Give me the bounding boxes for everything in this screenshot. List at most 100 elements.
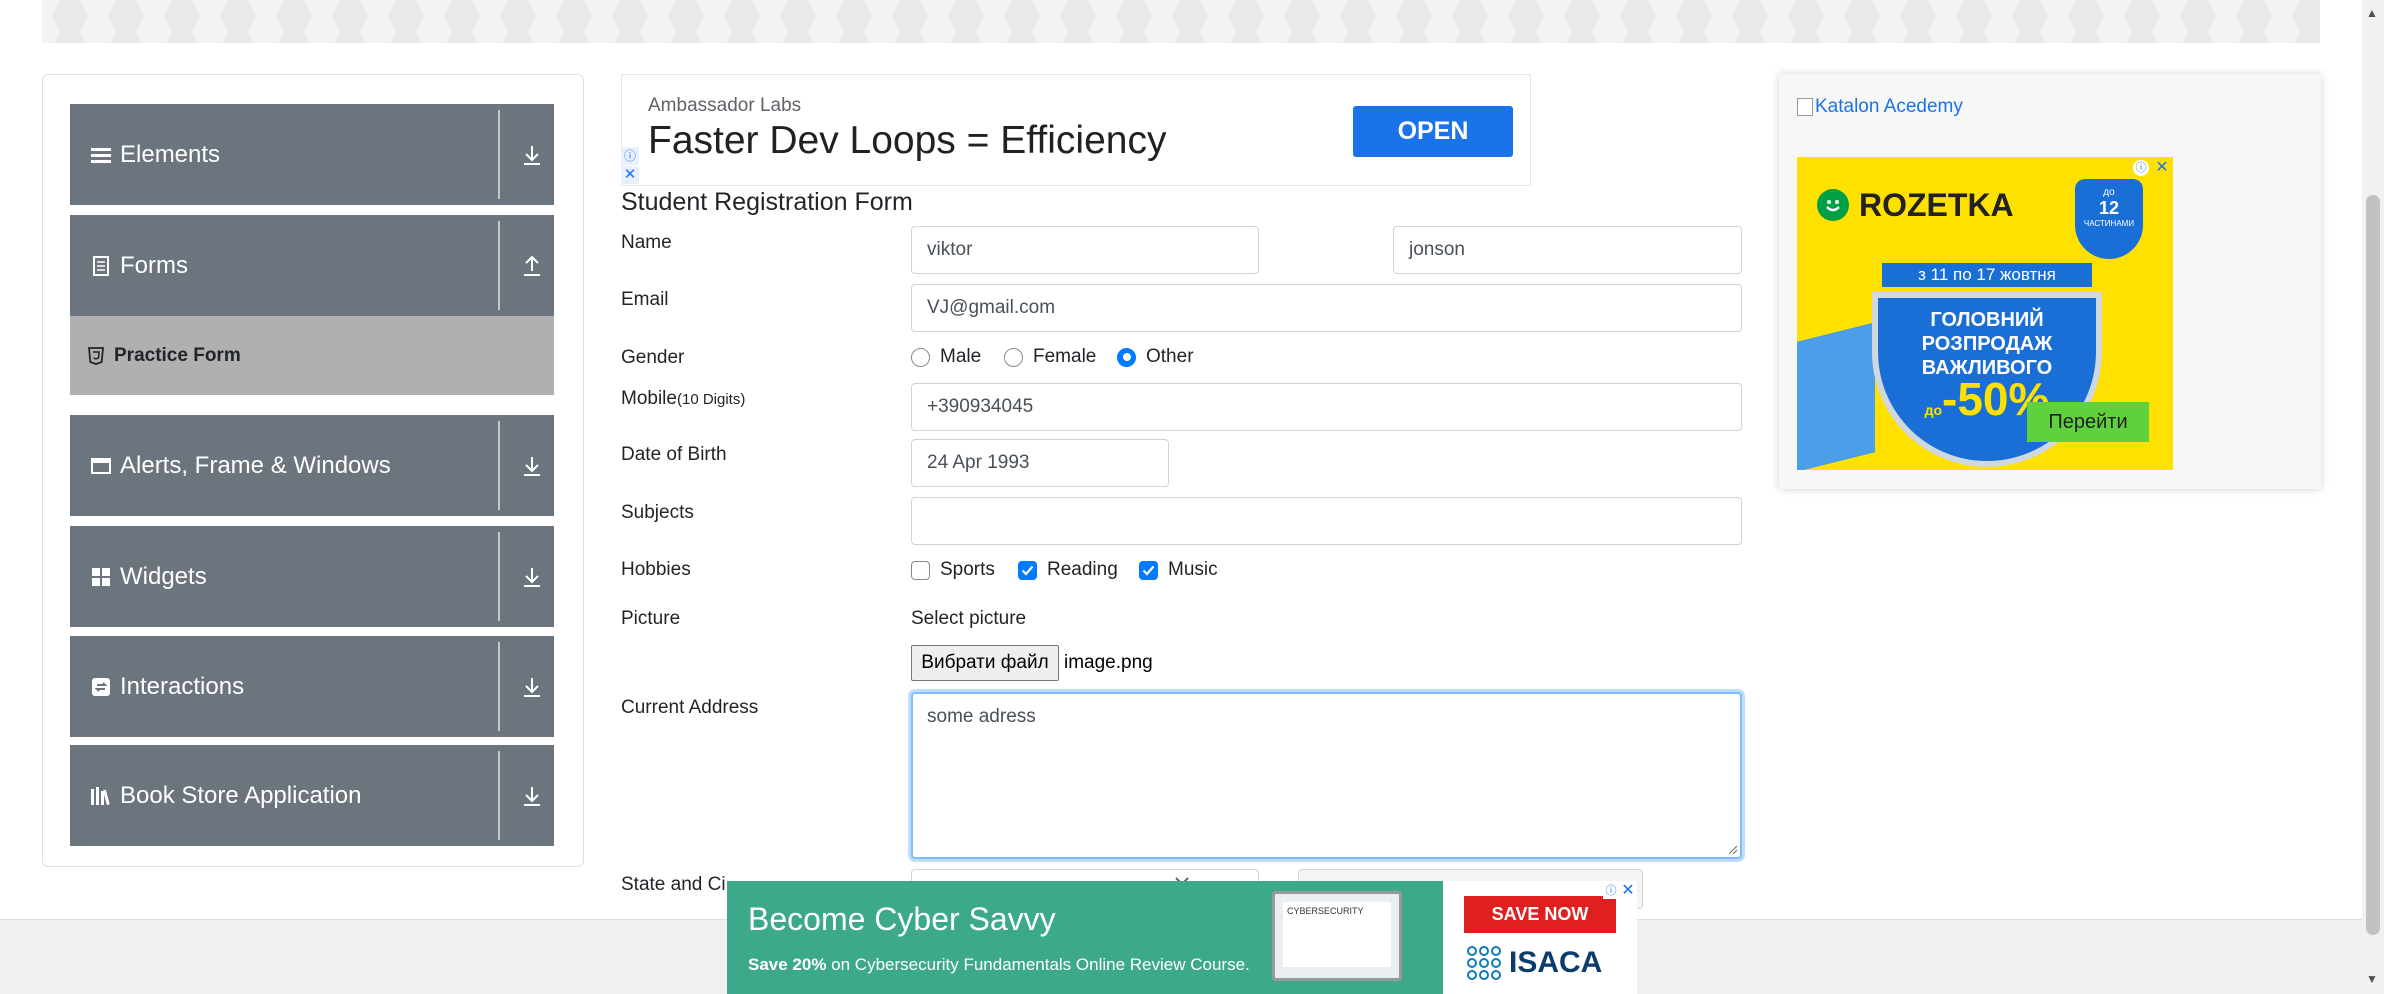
gender-radio-male[interactable]: Male <box>911 346 981 368</box>
email-input[interactable]: VJ@gmail.com <box>911 284 1742 332</box>
isaca-brand: ISACA <box>1509 946 1603 979</box>
rozetka-go-button[interactable]: Перейти <box>2027 402 2149 442</box>
bottom-ad-headline[interactable]: Become Cyber Savvy <box>748 901 1056 938</box>
installment-badge: до 12 ЧАСТИНАМИ <box>2075 179 2143 259</box>
scroll-down-arrow-icon[interactable]: ▼ <box>2366 972 2378 986</box>
mobile-hint: (10 Digits) <box>676 391 746 408</box>
subtext-rest: on Cybersecurity Fundamentals Online Rev… <box>826 955 1250 974</box>
isaca-dots-icon <box>1467 946 1501 980</box>
upload-arrow-icon[interactable] <box>522 255 542 277</box>
katalon-ad-link[interactable]: Katalon Acedemy <box>1797 96 1963 118</box>
current-address-textarea[interactable]: some adress <box>911 692 1742 859</box>
ad-close-icon[interactable]: ✕ <box>621 166 639 184</box>
separator <box>498 532 500 621</box>
sidebar-group-alerts[interactable]: Alerts, Frame & Windows <box>70 415 554 516</box>
ad-close-icon[interactable]: ✕ <box>2153 159 2171 177</box>
radio-circle[interactable] <box>1004 347 1023 367</box>
download-arrow-icon[interactable] <box>522 785 542 807</box>
sidebar-group-label: Interactions <box>120 672 245 700</box>
mobile-label-text: Mobile <box>621 388 677 409</box>
sidebar-group-label: Elements <box>120 140 221 168</box>
radio-circle[interactable] <box>911 347 930 367</box>
menu-lines-icon <box>90 144 112 166</box>
sidebar-group-book-store[interactable]: Book Store Application <box>70 745 554 846</box>
scroll-up-arrow-icon[interactable]: ▲ <box>2366 6 2378 20</box>
gender-radio-female[interactable]: Female <box>1004 346 1096 368</box>
isaca-logo: ISACA <box>1467 946 1602 980</box>
ad-info-icon[interactable]: ⓘ <box>2133 160 2149 176</box>
ad-headline[interactable]: Faster Dev Loops = Efficiency <box>648 119 1166 163</box>
interaction-icon <box>90 676 112 698</box>
sidebar-item-practice-form[interactable]: Practice Form <box>70 316 554 395</box>
sidebar-group-label: Book Store Application <box>120 781 362 809</box>
hobby-checkbox-reading[interactable]: Reading <box>1018 559 1118 581</box>
separator <box>498 642 500 731</box>
download-arrow-icon[interactable] <box>522 676 542 698</box>
download-arrow-icon[interactable] <box>522 566 542 588</box>
ad-sponsor: Ambassador Labs <box>648 95 802 116</box>
checkbox-label: Sports <box>940 559 995 580</box>
katalon-ad-alt-text[interactable]: Katalon Acedemy <box>1815 96 1963 118</box>
checkbox[interactable] <box>911 560 930 580</box>
rozetka-headline: ГОЛОВНИЙ РОЗПРОДАЖ ВАЖЛИВОГО <box>1921 309 2053 379</box>
radio-label: Other <box>1146 346 1194 367</box>
sidebar-item-label: Practice Form <box>114 344 241 366</box>
choose-file-button[interactable]: Вибрати файл <box>911 645 1059 681</box>
rozetka-dates: з 11 по 17 жовтня <box>1882 263 2092 287</box>
sidebar-group-forms[interactable]: Forms <box>70 215 554 316</box>
radio-label: Female <box>1033 346 1097 367</box>
vertical-scrollbar[interactable]: ▲ ▼ <box>2362 0 2384 994</box>
first-name-input[interactable]: viktor <box>911 226 1259 274</box>
ad-close-icon[interactable]: ✕ <box>1620 882 1636 900</box>
rozetka-ad[interactable]: ROZETKA до 12 ЧАСТИНАМИ з 11 по 17 жовтн… <box>1797 157 2173 470</box>
separator <box>498 221 500 310</box>
save-now-button[interactable]: SAVE NOW <box>1464 896 1616 933</box>
grid-icon <box>90 566 112 588</box>
radio-circle-selected[interactable] <box>1117 347 1136 367</box>
discount-prefix: до <box>1924 402 1943 418</box>
file-name: image.png <box>1064 652 1153 673</box>
checkbox-checked[interactable] <box>1018 560 1037 580</box>
badge-top: до <box>2103 187 2115 198</box>
bottom-ad-banner[interactable]: Become Cyber Savvy Save 20% on Cybersecu… <box>727 881 1637 994</box>
sidebar-group-label: Alerts, Frame & Windows <box>120 451 391 479</box>
separator <box>498 751 500 840</box>
state-city-label: State and Ci <box>621 874 726 895</box>
sidebar-group-widgets[interactable]: Widgets <box>70 526 554 627</box>
hobby-checkbox-sports[interactable]: Sports <box>911 559 995 581</box>
download-arrow-icon[interactable] <box>522 144 542 166</box>
books-icon <box>90 785 112 807</box>
separator <box>498 110 500 199</box>
certificate-text: CYBERSECURITY <box>1287 906 1364 916</box>
sidebar-group-interactions[interactable]: Interactions <box>70 636 554 737</box>
gender-label: Gender <box>621 347 685 368</box>
laptop-illustration <box>1797 322 1875 470</box>
address-label: Current Address <box>621 697 759 718</box>
form-icon <box>90 255 112 277</box>
checkmark-icon <box>1021 565 1034 576</box>
checkbox-checked[interactable] <box>1139 560 1158 580</box>
ad-info-icon[interactable]: ⓘ <box>621 147 639 165</box>
sidebar-group-elements[interactable]: Elements <box>70 104 554 205</box>
window-icon <box>90 455 112 477</box>
certificate-screen: CYBERSECURITY <box>1283 902 1391 967</box>
ad-info-icon[interactable]: ⓘ <box>1603 883 1619 899</box>
select-picture-label: Select picture <box>911 608 1027 629</box>
scrollbar-thumb[interactable] <box>2366 195 2380 935</box>
ad-open-button[interactable]: OPEN <box>1353 106 1513 157</box>
resize-handle-icon[interactable] <box>1726 843 1738 855</box>
badge-bottom: ЧАСТИНАМИ <box>2083 219 2135 228</box>
gender-radio-other[interactable]: Other <box>1117 346 1194 368</box>
top-ad-banner[interactable]: Ambassador Labs Faster Dev Loops = Effic… <box>621 74 1531 186</box>
mobile-input[interactable]: +390934045 <box>911 383 1742 431</box>
subjects-input[interactable] <box>911 497 1742 545</box>
separator <box>498 421 500 510</box>
dob-input[interactable]: 24 Apr 1993 <box>911 439 1169 487</box>
broken-image-icon <box>1797 98 1813 116</box>
hobby-checkbox-music[interactable]: Music <box>1139 559 1218 581</box>
checkbox-label: Music <box>1168 559 1218 580</box>
download-arrow-icon[interactable] <box>522 455 542 477</box>
last-name-input[interactable]: jonson <box>1393 226 1742 274</box>
rozetka-smile-icon <box>1817 189 1849 221</box>
checkbox-label: Reading <box>1047 559 1118 580</box>
